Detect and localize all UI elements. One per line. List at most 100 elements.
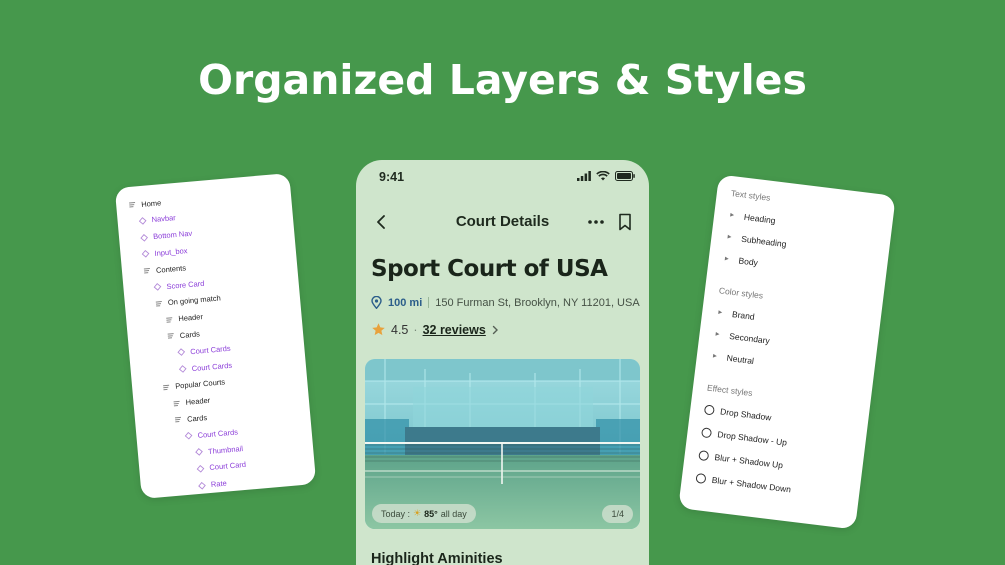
status-icons	[577, 171, 635, 181]
layer-row[interactable]: Contents	[143, 262, 187, 278]
reviews-link[interactable]: 32 reviews	[423, 323, 486, 337]
styles-panel: Text styles ▶ Heading ▶ Subheading ▶ Bod…	[678, 174, 896, 530]
caret-icon: ▶	[729, 212, 735, 219]
layer-label: Home	[140, 197, 162, 209]
photo-counter: 1/4	[602, 505, 633, 523]
component-icon	[178, 365, 187, 374]
layer-label: Cards	[179, 329, 201, 340]
style-label: Body	[738, 255, 759, 268]
more-options-icon[interactable]	[587, 214, 605, 230]
layer-row[interactable]: Home	[128, 196, 162, 211]
component-icon	[141, 250, 150, 259]
layer-row[interactable]: Input_box	[141, 245, 188, 261]
caret-icon: ▶	[724, 255, 730, 263]
layer-label: Header	[177, 312, 204, 324]
effect-icon	[703, 404, 715, 416]
layer-row[interactable]: Court Cards	[184, 426, 238, 443]
layer-label: Rate	[210, 478, 228, 490]
layer-row[interactable]: Cards	[166, 328, 200, 343]
caret-icon: ▶	[727, 233, 732, 241]
layer-label: Court Cards	[189, 343, 231, 356]
style-item-neutral[interactable]: ▶ Neutral	[712, 351, 755, 366]
style-item-blur-shadow-up[interactable]: Blur + Shadow Up	[698, 450, 784, 471]
battery-icon	[615, 171, 635, 181]
layer-row[interactable]: Court Cards	[178, 359, 232, 376]
style-item-subheading[interactable]: ▶ Subheading	[727, 232, 787, 249]
court-photo[interactable]: Today : ☀ 85° all day 1/4	[365, 359, 640, 529]
layer-row[interactable]: Court Card	[196, 459, 247, 475]
color-styles-heading: Color styles	[718, 285, 764, 301]
layer-row[interactable]: Header	[172, 394, 211, 409]
component-icon	[177, 348, 186, 357]
nav-bar: Court Details	[356, 210, 649, 234]
layer-label: Thumbnail	[207, 443, 244, 456]
star-icon	[372, 323, 385, 336]
layer-label: Court Cards	[191, 360, 233, 373]
layers-panel: Home Navbar Bottom Nav Input_box Contents Sco…	[114, 172, 317, 500]
location-pin-icon	[371, 296, 382, 309]
distance-text: 100 mi	[388, 296, 423, 309]
weather-prefix: Today :	[381, 508, 411, 519]
layer-row[interactable]: On going match	[154, 292, 221, 310]
component-icon	[138, 216, 147, 225]
layer-label: Bottom Nav	[152, 228, 193, 242]
caret-icon: ▶	[717, 309, 723, 316]
frame-icon	[172, 399, 181, 408]
layer-row[interactable]: Header	[165, 311, 204, 326]
caret-icon: ▶	[715, 331, 720, 338]
layer-label: Input_box	[154, 246, 188, 258]
frame-icon	[174, 416, 183, 425]
rating-separator: ·	[413, 322, 418, 337]
style-item-drop-shadow[interactable]: Drop Shadow	[703, 404, 772, 423]
layer-row[interactable]: Court Cards	[177, 342, 231, 359]
weather-suffix: all day	[440, 508, 467, 519]
sun-icon: ☀	[413, 508, 422, 518]
style-label: Secondary	[728, 330, 771, 346]
component-icon	[153, 283, 162, 292]
style-item-heading[interactable]: ▶ Heading	[729, 210, 776, 226]
layer-row[interactable]: Cards	[174, 411, 208, 426]
frame-icon	[167, 332, 176, 341]
layer-row[interactable]: Navbar	[138, 212, 176, 227]
effect-icon	[698, 450, 710, 462]
layer-row[interactable]: Thumbnail	[195, 442, 244, 458]
layer-label: Navbar	[151, 213, 177, 225]
effect-icon	[700, 427, 713, 439]
weather-temp: 85°	[424, 508, 438, 519]
headline: Organized Layers & Styles	[198, 56, 807, 104]
layer-row[interactable]: Bottom Nav	[140, 227, 193, 244]
frame-icon	[155, 299, 164, 308]
frame-icon	[143, 267, 152, 276]
rating-row: 4.5 · 32 reviews	[371, 322, 499, 337]
style-label: Subheading	[740, 233, 788, 250]
frame-icon	[128, 200, 137, 209]
style-item-blur-shadow-down[interactable]: Blur + Shadow Down	[695, 472, 792, 494]
layer-label: Popular Courts	[174, 377, 226, 391]
chevron-right-icon[interactable]	[491, 325, 499, 335]
layer-label: On going match	[167, 293, 222, 308]
signal-icon	[577, 171, 591, 181]
address-text: 150 Furman St, Brooklyn, NY 11201, USA	[435, 296, 640, 309]
style-item-drop-shadow-up[interactable]: Drop Shadow - Up	[700, 427, 787, 448]
court-title: Sport Court of USA	[371, 256, 608, 282]
component-icon	[196, 464, 205, 473]
frame-icon	[165, 315, 174, 324]
component-icon	[198, 481, 207, 490]
status-time: 9:41	[379, 170, 405, 184]
phone-mockup: 9:41 Court Details Sport Court of USA 10…	[356, 160, 649, 565]
frame-icon	[162, 383, 171, 392]
layer-row[interactable]: Score Card	[153, 277, 205, 293]
style-label: Brand	[731, 309, 756, 322]
layer-label: Score Card	[166, 278, 205, 291]
bookmark-icon[interactable]	[618, 213, 632, 231]
effect-icon	[695, 472, 707, 485]
style-label: Blur + Shadow Up	[714, 452, 784, 471]
component-icon	[140, 233, 149, 242]
style-item-secondary[interactable]: ▶ Secondary	[715, 329, 770, 346]
layer-label: Cards	[186, 412, 208, 424]
layer-row[interactable]: Popular Courts	[162, 376, 226, 393]
style-item-body[interactable]: ▶ Body	[724, 254, 759, 268]
layer-row[interactable]: Rate	[197, 477, 227, 491]
style-item-brand[interactable]: ▶ Brand	[717, 307, 756, 322]
layer-label: Contents	[155, 263, 187, 275]
